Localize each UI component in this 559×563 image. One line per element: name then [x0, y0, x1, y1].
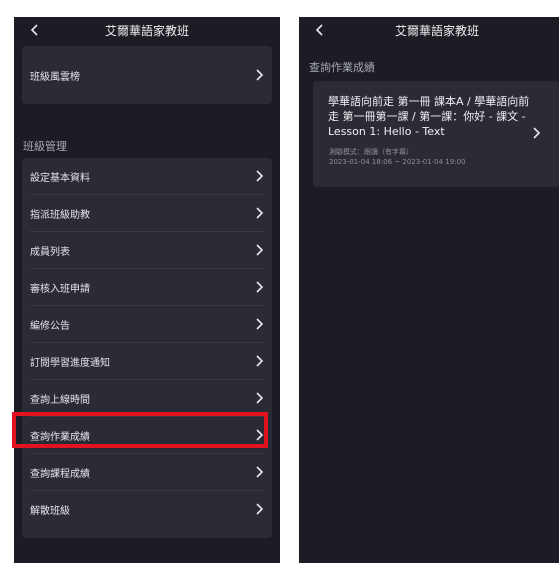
homework-item[interactable]: 學華語向前走 第一冊 課本A / 學華語向前走 第一冊第一課 / 第一課：你好 … — [313, 81, 559, 187]
homework-time-range: 2023-01-04 18:06 ~ 2023-01-04 19:00 — [329, 158, 466, 166]
menu-item-progress-notification[interactable]: 訂閱學習進度通知 — [22, 343, 272, 379]
chevron-right-icon — [256, 281, 264, 293]
menu-item-dissolve-class[interactable]: 解散班級 — [22, 491, 272, 527]
menu-item-course-scores[interactable]: 查詢課程成績 — [22, 454, 272, 490]
menu-item-member-list[interactable]: 成員列表 — [22, 232, 272, 268]
homework-scores-screen: 艾爾華語家教班 查詢作業成績 學華語向前走 第一冊 課本A / 學華語向前走 第… — [299, 17, 559, 563]
page-title: 艾爾華語家教班 — [104, 24, 189, 38]
chevron-right-icon — [533, 127, 541, 139]
menu-item-online-time[interactable]: 查詢上線時間 — [22, 380, 272, 416]
menu-item-basic-info[interactable]: 設定基本資料 — [22, 158, 272, 194]
highlight-box — [12, 412, 268, 448]
class-menu-screen: 艾爾華語家教班 班級風雲榜 班級管理 設定基本資料 指派班級助教 成員列表 審核… — [14, 17, 280, 563]
top-navbar: 艾爾華語家教班 — [14, 17, 280, 43]
section-title-homework-scores: 查詢作業成績 — [309, 61, 375, 74]
menu-item-assign-assistant[interactable]: 指派班級助教 — [22, 195, 272, 231]
chevron-right-icon — [256, 69, 264, 81]
menu-item-edit-announcement[interactable]: 編修公告 — [22, 306, 272, 342]
management-menu: 設定基本資料 指派班級助教 成員列表 審核入班申請 編修公告 訂閱學習進度通知 — [22, 158, 272, 538]
chevron-right-icon — [256, 355, 264, 367]
back-icon[interactable] — [313, 23, 327, 37]
chevron-right-icon — [256, 503, 264, 515]
page-title: 艾爾華語家教班 — [395, 24, 480, 38]
chevron-right-icon — [256, 207, 264, 219]
chevron-right-icon — [256, 170, 264, 182]
chevron-right-icon — [256, 244, 264, 256]
chevron-right-icon — [256, 318, 264, 330]
chevron-right-icon — [256, 392, 264, 404]
section-title-class-management: 班級管理 — [23, 140, 67, 153]
homework-mode: 測驗模式：跟讀（有字幕） — [329, 148, 413, 156]
leaderboard-item[interactable]: 班級風雲榜 — [22, 57, 272, 93]
homework-title: 學華語向前走 第一冊 課本A / 學華語向前走 第一冊第一課 / 第一課：你好 … — [328, 95, 530, 138]
chevron-right-icon — [256, 466, 264, 478]
menu-item-review-applications[interactable]: 審核入班申請 — [22, 269, 272, 305]
leaderboard-card: 班級風雲榜 — [22, 46, 272, 104]
top-navbar: 艾爾華語家教班 — [299, 17, 559, 43]
